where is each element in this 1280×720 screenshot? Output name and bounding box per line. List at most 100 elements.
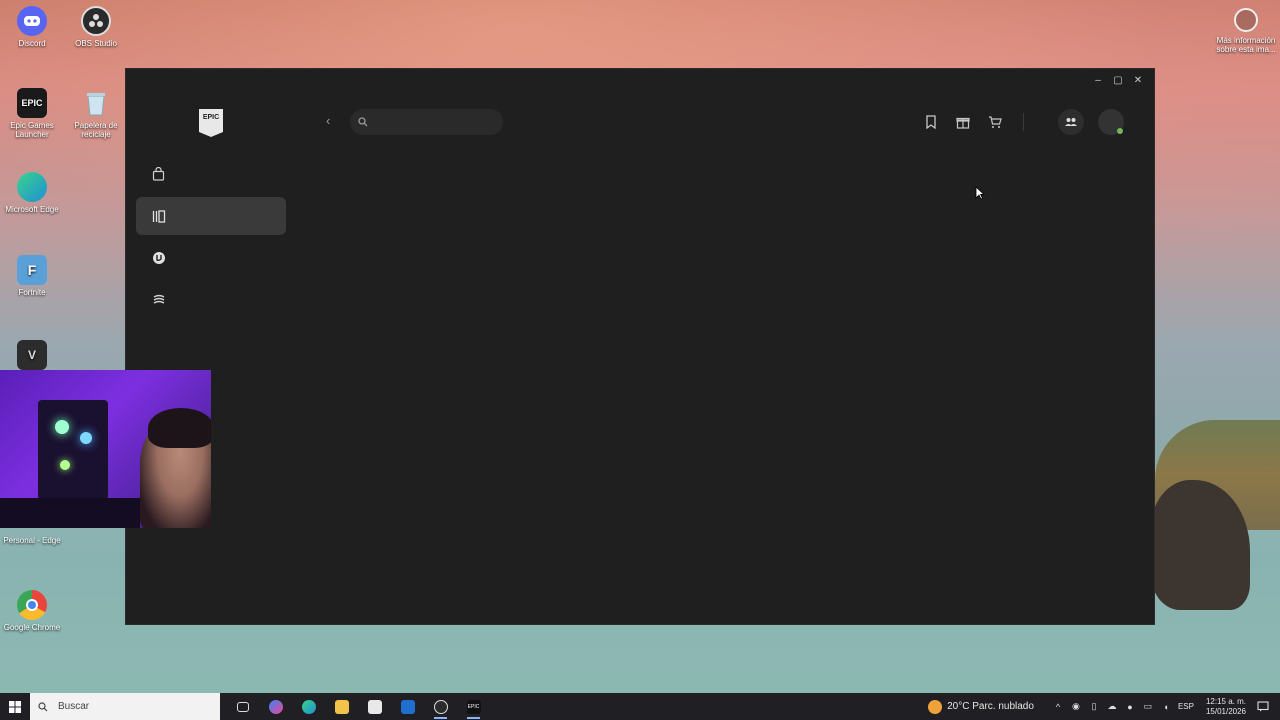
epic-games-icon: EPIC bbox=[17, 88, 47, 118]
system-tray: 20°C Parc. nublado ^ ◉ ▯ ☁ ● ▭ ◖ ESP 12:… bbox=[928, 697, 1280, 717]
clock-date: 15/01/2026 bbox=[1205, 706, 1246, 716]
wallpaper-info-widget[interactable]: Más información sobre esta ima... bbox=[1214, 8, 1278, 54]
back-button[interactable]: ‹ bbox=[326, 113, 330, 128]
record-icon[interactable]: ◉ bbox=[1070, 701, 1082, 713]
copilot-icon bbox=[268, 699, 283, 714]
webcam-person-hair bbox=[148, 408, 211, 448]
webcam-rgb-light bbox=[55, 420, 69, 434]
close-button[interactable]: ✕ bbox=[1130, 72, 1146, 88]
taskbar-clock[interactable]: 12:15 a. m. 15/01/2026 bbox=[1206, 697, 1246, 717]
taskbar-copilot[interactable] bbox=[259, 693, 292, 720]
desktop-icon-discord[interactable]: Discord bbox=[0, 6, 64, 48]
shopping-bag-icon bbox=[152, 167, 165, 181]
desktop-icon-chrome[interactable]: Google Chrome bbox=[0, 590, 64, 632]
sidebar-nav bbox=[136, 155, 286, 323]
gta-icon: V bbox=[17, 340, 47, 370]
search-bar[interactable] bbox=[350, 109, 503, 135]
search-icon bbox=[358, 117, 368, 127]
sidebar-item-unreal-engine[interactable] bbox=[136, 239, 286, 277]
taskbar-edge[interactable] bbox=[292, 693, 325, 720]
taskbar-obs[interactable] bbox=[424, 693, 457, 720]
taskbar-epic-games[interactable]: EPIC bbox=[457, 693, 490, 720]
friends-icon bbox=[1065, 118, 1077, 126]
taskbar-outlook[interactable] bbox=[391, 693, 424, 720]
recycle-bin-icon bbox=[81, 88, 111, 118]
desktop-icon-epic-games[interactable]: EPIC Epic Games Launcher bbox=[0, 88, 64, 139]
volume-icon[interactable]: ◖ bbox=[1160, 701, 1172, 713]
webcam-rgb-light bbox=[60, 460, 70, 470]
friends-button[interactable] bbox=[1058, 109, 1084, 135]
chevron-up-icon[interactable]: ^ bbox=[1052, 701, 1064, 713]
desktop-icon-label: Google Chrome bbox=[3, 623, 61, 632]
folder-icon bbox=[334, 699, 349, 714]
desktop-icon-obs[interactable]: OBS Studio bbox=[64, 6, 128, 48]
wishlist-button[interactable] bbox=[922, 113, 940, 131]
desktop-icon-label: Epic Games Launcher bbox=[10, 121, 54, 139]
sidebar-item-library[interactable] bbox=[136, 197, 286, 235]
cart-button[interactable] bbox=[986, 113, 1004, 131]
taskbar: Buscar EPIC 20°C Parc. nublado ^ ◉ ▯ ☁ ●… bbox=[0, 693, 1280, 720]
gift-button[interactable] bbox=[954, 113, 972, 131]
taskbar-search-label: Buscar bbox=[58, 701, 90, 712]
discord-icon bbox=[17, 6, 47, 36]
mouse-cursor-icon bbox=[975, 186, 986, 205]
webcam-pc-case bbox=[38, 400, 108, 500]
wallpaper-info-label: Más información sobre esta ima... bbox=[1216, 36, 1276, 54]
chrome-icon bbox=[17, 590, 47, 620]
library-icon bbox=[152, 209, 166, 223]
online-status-dot bbox=[1117, 128, 1123, 134]
store-icon bbox=[367, 699, 382, 714]
weather-label: 20°C Parc. nublado bbox=[947, 701, 1034, 712]
windows-icon bbox=[9, 700, 21, 713]
taskbar-apps: EPIC bbox=[226, 693, 490, 720]
desktop-icon-fortnite[interactable]: F Fortnite bbox=[0, 255, 64, 297]
minimize-button[interactable]: – bbox=[1090, 72, 1106, 88]
gift-icon bbox=[954, 113, 972, 131]
weather-icon bbox=[928, 699, 943, 714]
network-icon[interactable]: ▭ bbox=[1142, 701, 1154, 713]
sidebar-item-store[interactable] bbox=[136, 155, 286, 193]
taskbar-search[interactable]: Buscar bbox=[30, 693, 220, 720]
toolbar-divider bbox=[1023, 113, 1024, 131]
start-button[interactable] bbox=[0, 700, 30, 713]
webcam-overlay bbox=[0, 370, 211, 528]
edge-icon bbox=[17, 172, 47, 202]
search-input[interactable] bbox=[374, 116, 494, 128]
clock-time: 12:15 a. m. bbox=[1205, 696, 1246, 706]
unreal-engine-icon bbox=[153, 252, 165, 264]
epic-launcher-window: – ▢ ✕ EPIC ‹ bbox=[125, 68, 1155, 625]
fab-icon bbox=[153, 294, 165, 304]
maximize-button[interactable]: ▢ bbox=[1110, 72, 1126, 88]
microphone-icon[interactable]: ● bbox=[1124, 701, 1136, 713]
bookmark-icon bbox=[922, 113, 940, 131]
edge-icon bbox=[301, 699, 316, 714]
desktop-icon-gta[interactable]: V bbox=[0, 340, 64, 373]
weather-widget[interactable]: 20°C Parc. nublado bbox=[928, 699, 1034, 714]
taskbar-store[interactable] bbox=[358, 693, 391, 720]
epic-games-logo[interactable]: EPIC bbox=[199, 109, 223, 137]
language-indicator[interactable]: ESP bbox=[1178, 702, 1194, 711]
window-controls: – ▢ ✕ bbox=[1090, 72, 1146, 88]
desktop-icon-label: Papelera de reciclaje bbox=[74, 121, 118, 139]
desktop-icon-label: OBS Studio bbox=[75, 39, 117, 48]
desktop-icon-edge[interactable]: Microsoft Edge bbox=[0, 172, 64, 214]
task-view-icon bbox=[236, 701, 249, 712]
mail-icon bbox=[400, 699, 415, 714]
notifications-button[interactable] bbox=[1252, 701, 1274, 712]
task-view-button[interactable] bbox=[226, 693, 259, 720]
cloud-icon[interactable]: ☁ bbox=[1106, 701, 1118, 713]
search-icon bbox=[38, 701, 48, 711]
obs-icon bbox=[81, 6, 111, 36]
obs-icon bbox=[433, 699, 448, 714]
desktop-icon-label: Discord bbox=[18, 39, 46, 48]
device-icon[interactable]: ▯ bbox=[1088, 701, 1100, 713]
desktop-icon-recycle-bin[interactable]: Papelera de reciclaje bbox=[64, 88, 128, 139]
fortnite-icon: F bbox=[17, 255, 47, 285]
webcam-desk bbox=[0, 498, 140, 528]
desktop-icon-label: Microsoft Edge bbox=[5, 205, 59, 214]
webcam-rgb-light bbox=[80, 432, 92, 444]
cart-icon bbox=[986, 113, 1004, 131]
taskbar-file-explorer[interactable] bbox=[325, 693, 358, 720]
sidebar-item-fab[interactable] bbox=[136, 281, 286, 319]
desktop-icon-label: Fortnite bbox=[18, 288, 46, 297]
